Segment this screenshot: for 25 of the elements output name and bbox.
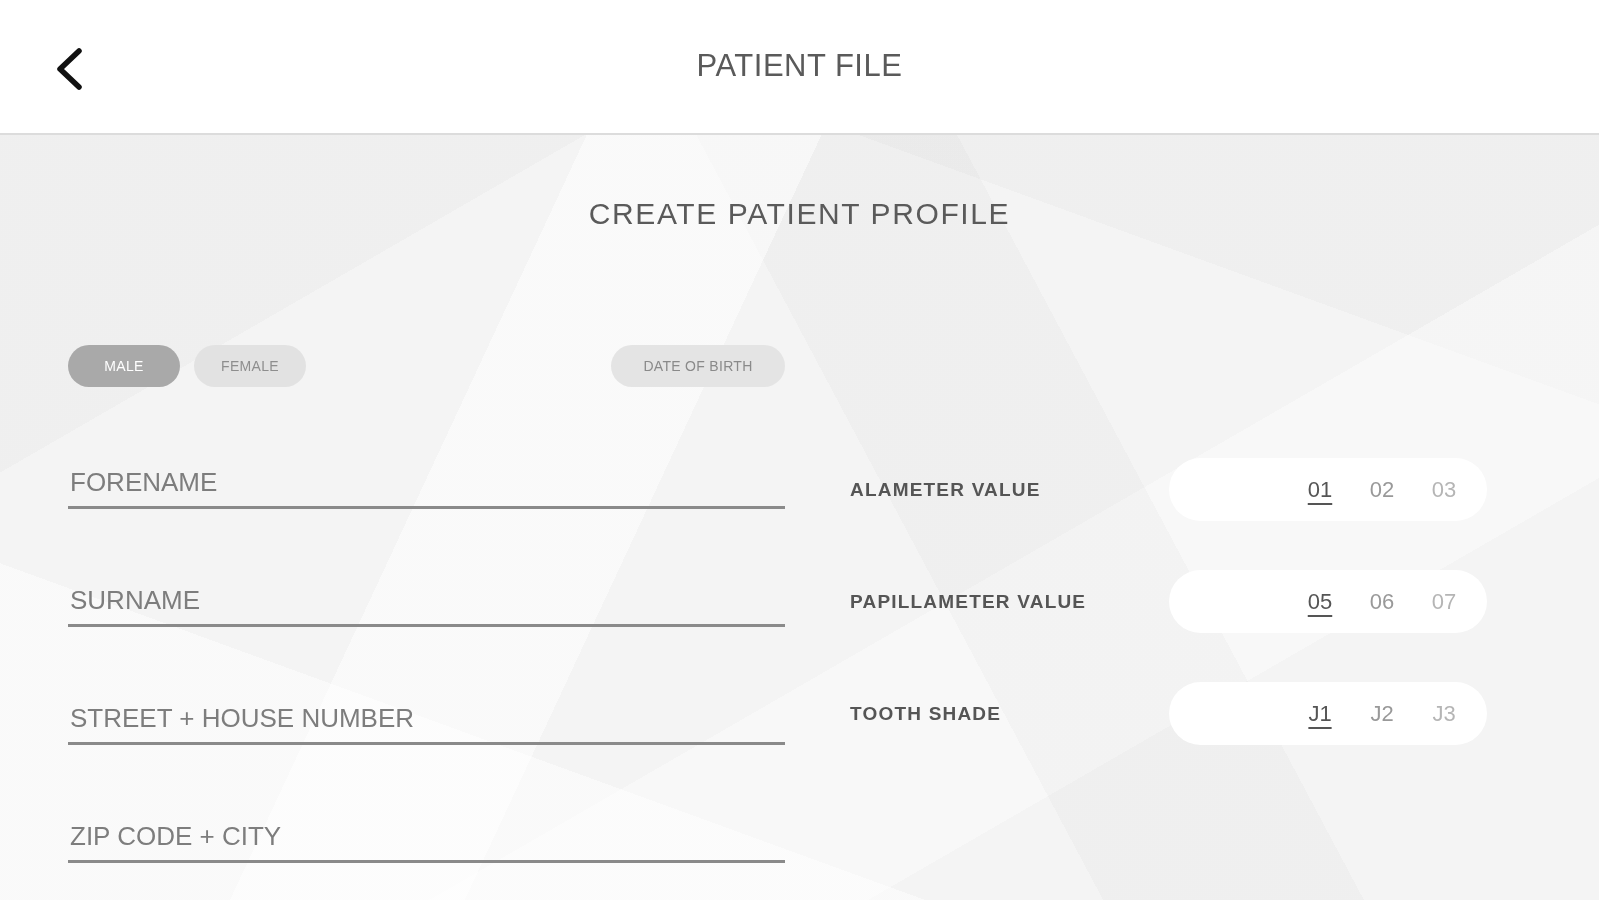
- picker-option[interactable]: J2: [1361, 698, 1403, 729]
- text-input-field[interactable]: SURNAME: [68, 581, 785, 627]
- page-title: PATIENT FILE: [696, 47, 903, 84]
- picker-option[interactable]: 07: [1423, 586, 1465, 617]
- picker-option[interactable]: 05: [1299, 586, 1341, 617]
- value-picker[interactable]: 01 02 03: [1169, 458, 1487, 521]
- picker-option[interactable]: 01: [1299, 474, 1341, 505]
- picker-label: PAPILLAMETER VALUE: [850, 590, 1087, 613]
- gender-toggle[interactable]: MALE: [68, 345, 180, 387]
- picker-option[interactable]: 02: [1361, 474, 1403, 505]
- value-picker[interactable]: 05 06 07: [1169, 570, 1487, 633]
- value-picker[interactable]: J1 J2 J3: [1169, 682, 1487, 745]
- picker-option[interactable]: 06: [1361, 586, 1403, 617]
- gender-toggle[interactable]: FEMALE: [194, 345, 306, 387]
- picker-label: TOOTH SHADE: [850, 702, 1002, 725]
- picker-option[interactable]: 03: [1423, 474, 1465, 505]
- picker-option[interactable]: J3: [1423, 698, 1465, 729]
- picker-label: ALAMETER VALUE: [850, 478, 1041, 501]
- text-input-field[interactable]: STREET + HOUSE NUMBER: [68, 699, 785, 745]
- date-of-birth-button[interactable]: DATE OF BIRTH: [611, 345, 785, 387]
- text-input-field[interactable]: ZIP CODE + CITY: [68, 817, 785, 863]
- form-title: CREATE PATIENT PROFILE: [588, 197, 1011, 231]
- chevron-left-icon: [55, 48, 83, 90]
- picker-option[interactable]: J1: [1299, 698, 1341, 729]
- text-input-field[interactable]: FORENAME: [68, 463, 785, 509]
